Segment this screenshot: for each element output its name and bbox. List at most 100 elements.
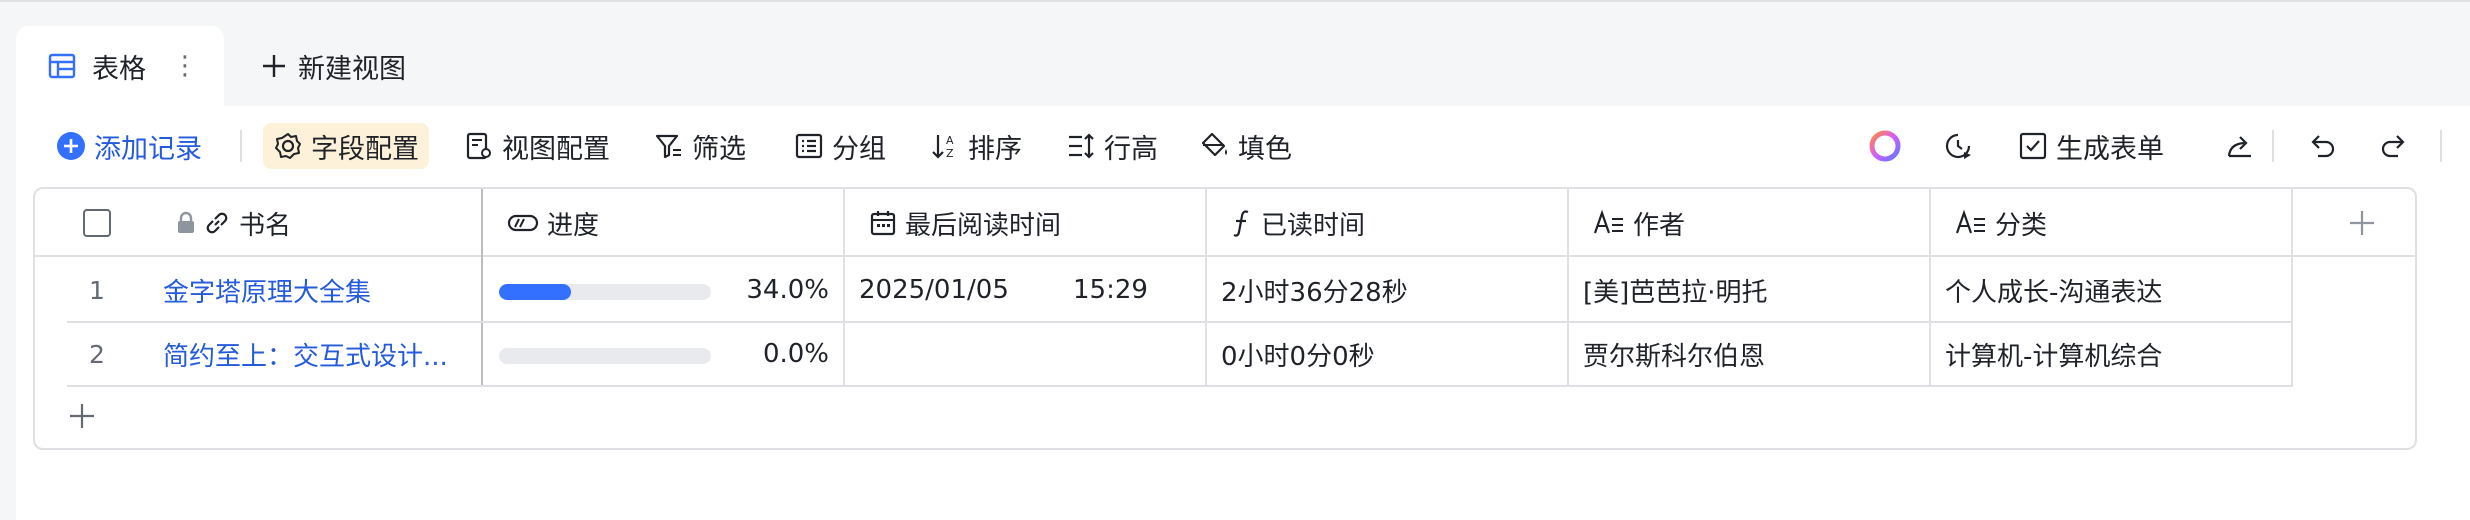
fill-color-button[interactable]: 填色 [1200, 123, 1292, 169]
undo-icon [2311, 135, 2335, 158]
frozen-column-divider [481, 189, 483, 387]
field-config-button[interactable]: 字段配置 [263, 123, 429, 169]
filter-label: 筛选 [692, 133, 746, 165]
row-number: 2 [89, 339, 105, 369]
ai-assistant-button[interactable] [1868, 123, 1902, 169]
row-height-button[interactable]: 行高 [1066, 123, 1158, 169]
toolbar-divider-end [2440, 130, 2442, 162]
tab-table-label: 表格 [92, 53, 146, 85]
sort-label: 排序 [968, 133, 1022, 165]
generate-form-button[interactable]: 生成表单 [2018, 123, 2164, 169]
svg-text:A: A [946, 134, 954, 147]
column-last-read-label: 最后阅读时间 [905, 210, 1062, 241]
undo-button[interactable] [2306, 123, 2338, 169]
text-icon [1955, 209, 1985, 234]
more-options-icon[interactable]: ⋮ [172, 52, 198, 80]
row-height-label: 行高 [1104, 133, 1158, 165]
column-divider [1567, 189, 1569, 387]
paint-bucket-icon [1201, 132, 1227, 157]
fill-color-label: 填色 [1238, 133, 1292, 165]
select-all-checkbox[interactable] [83, 189, 111, 257]
toolbar-divider-right [2272, 130, 2274, 162]
toolbar-divider [240, 130, 242, 162]
new-view-button[interactable]: 新建视图 [260, 26, 406, 106]
add-record-label: 添加记录 [94, 133, 202, 165]
row-height-icon [1069, 133, 1094, 159]
author-name: [美]芭芭拉·明托 [1583, 277, 1768, 308]
book-title-link[interactable]: 金字塔原理大全集 [163, 259, 473, 321]
group-icon [795, 133, 823, 159]
generate-form-label: 生成表单 [2056, 133, 2164, 165]
column-divider [843, 189, 845, 387]
plus-icon [2350, 211, 2374, 235]
column-header-progress[interactable]: 进度 [507, 189, 599, 257]
view-tab-bar: 表格 ⋮ 新建视图 [16, 26, 406, 106]
category-value: 个人成长-沟通表达 [1945, 277, 2163, 308]
lock-icon [178, 211, 194, 233]
column-category-label: 分类 [1995, 210, 2048, 241]
book-title-link[interactable]: 简约至上：交互式设计... [163, 323, 473, 385]
progress-bar [499, 284, 711, 300]
share-icon [2227, 136, 2251, 158]
text-icon [1593, 209, 1623, 234]
gear-icon [275, 133, 301, 159]
column-author-label: 作者 [1633, 210, 1686, 241]
view-config-button[interactable]: 视图配置 [464, 123, 610, 169]
ai-orb-icon [1869, 130, 1901, 162]
row-divider [67, 385, 2293, 387]
data-table: 书名 进度 最后阅读时间 已读时间 作者 分类 1 金字塔原理大全集 34.0%… [33, 187, 2417, 450]
last-read-time: 15:29 [1073, 275, 1148, 305]
filter-button[interactable]: 筛选 [654, 123, 746, 169]
column-divider [1205, 189, 1207, 387]
column-header-last-read[interactable]: 最后阅读时间 [869, 189, 1061, 257]
sort-icon: A Z [932, 134, 954, 160]
add-row-button[interactable] [67, 401, 97, 431]
top-border [0, 0, 2470, 2]
column-progress-label: 进度 [547, 210, 600, 241]
read-duration: 0小时0分0秒 [1221, 341, 1375, 372]
column-header-category[interactable]: 分类 [1955, 189, 2047, 257]
row-number: 1 [89, 275, 105, 305]
formula-icon [1233, 210, 1249, 237]
svg-text:Z: Z [946, 147, 954, 160]
progress-percent: 34.0% [746, 275, 829, 305]
automation-button[interactable] [1942, 123, 1974, 169]
plus-icon [263, 55, 285, 77]
add-record-button[interactable]: 添加记录 [56, 123, 202, 169]
add-circle-icon [57, 132, 85, 160]
link-icon [206, 212, 228, 234]
redo-button[interactable] [2378, 123, 2410, 169]
column-divider [2291, 189, 2293, 387]
field-config-label: 字段配置 [311, 133, 419, 165]
column-divider [1929, 189, 1931, 387]
read-duration: 2小时36分28秒 [1221, 277, 1408, 308]
column-title-label: 书名 [239, 210, 292, 241]
clock-history-icon [1945, 133, 1971, 159]
share-button[interactable] [2224, 123, 2256, 169]
redo-icon [2381, 135, 2405, 158]
checkbox-form-icon [2019, 132, 2047, 160]
category-value: 计算机-计算机综合 [1945, 341, 2163, 372]
column-header-title[interactable]: 书名 [175, 189, 291, 257]
progress-icon [507, 214, 539, 232]
add-column-button[interactable] [2347, 189, 2377, 257]
column-read-time-label: 已读时间 [1261, 210, 1366, 241]
view-config-label: 视图配置 [502, 133, 610, 165]
document-settings-icon [466, 132, 491, 160]
progress-bar-fill [499, 284, 572, 300]
column-header-author[interactable]: 作者 [1593, 189, 1685, 257]
last-read-date: 2025/01/05 [859, 275, 1009, 305]
table-icon [48, 53, 76, 79]
author-name: 贾尔斯科尔伯恩 [1583, 341, 1766, 372]
filter-icon [655, 134, 681, 159]
new-view-label: 新建视图 [298, 53, 406, 85]
toolbar: 添加记录 字段配置 视图配置 筛选 分组 A Z 排序 行高 填色 生成表单 [16, 106, 2470, 186]
group-button[interactable]: 分组 [794, 123, 886, 169]
column-header-read-time[interactable]: 已读时间 [1231, 189, 1365, 257]
calendar-icon [870, 211, 896, 236]
progress-percent: 0.0% [762, 339, 829, 369]
tab-table-view[interactable]: 表格 ⋮ [16, 26, 224, 106]
table-header: 书名 进度 最后阅读时间 已读时间 作者 分类 [35, 189, 2415, 257]
sort-button[interactable]: A Z 排序 [930, 123, 1022, 169]
progress-bar [499, 348, 711, 364]
